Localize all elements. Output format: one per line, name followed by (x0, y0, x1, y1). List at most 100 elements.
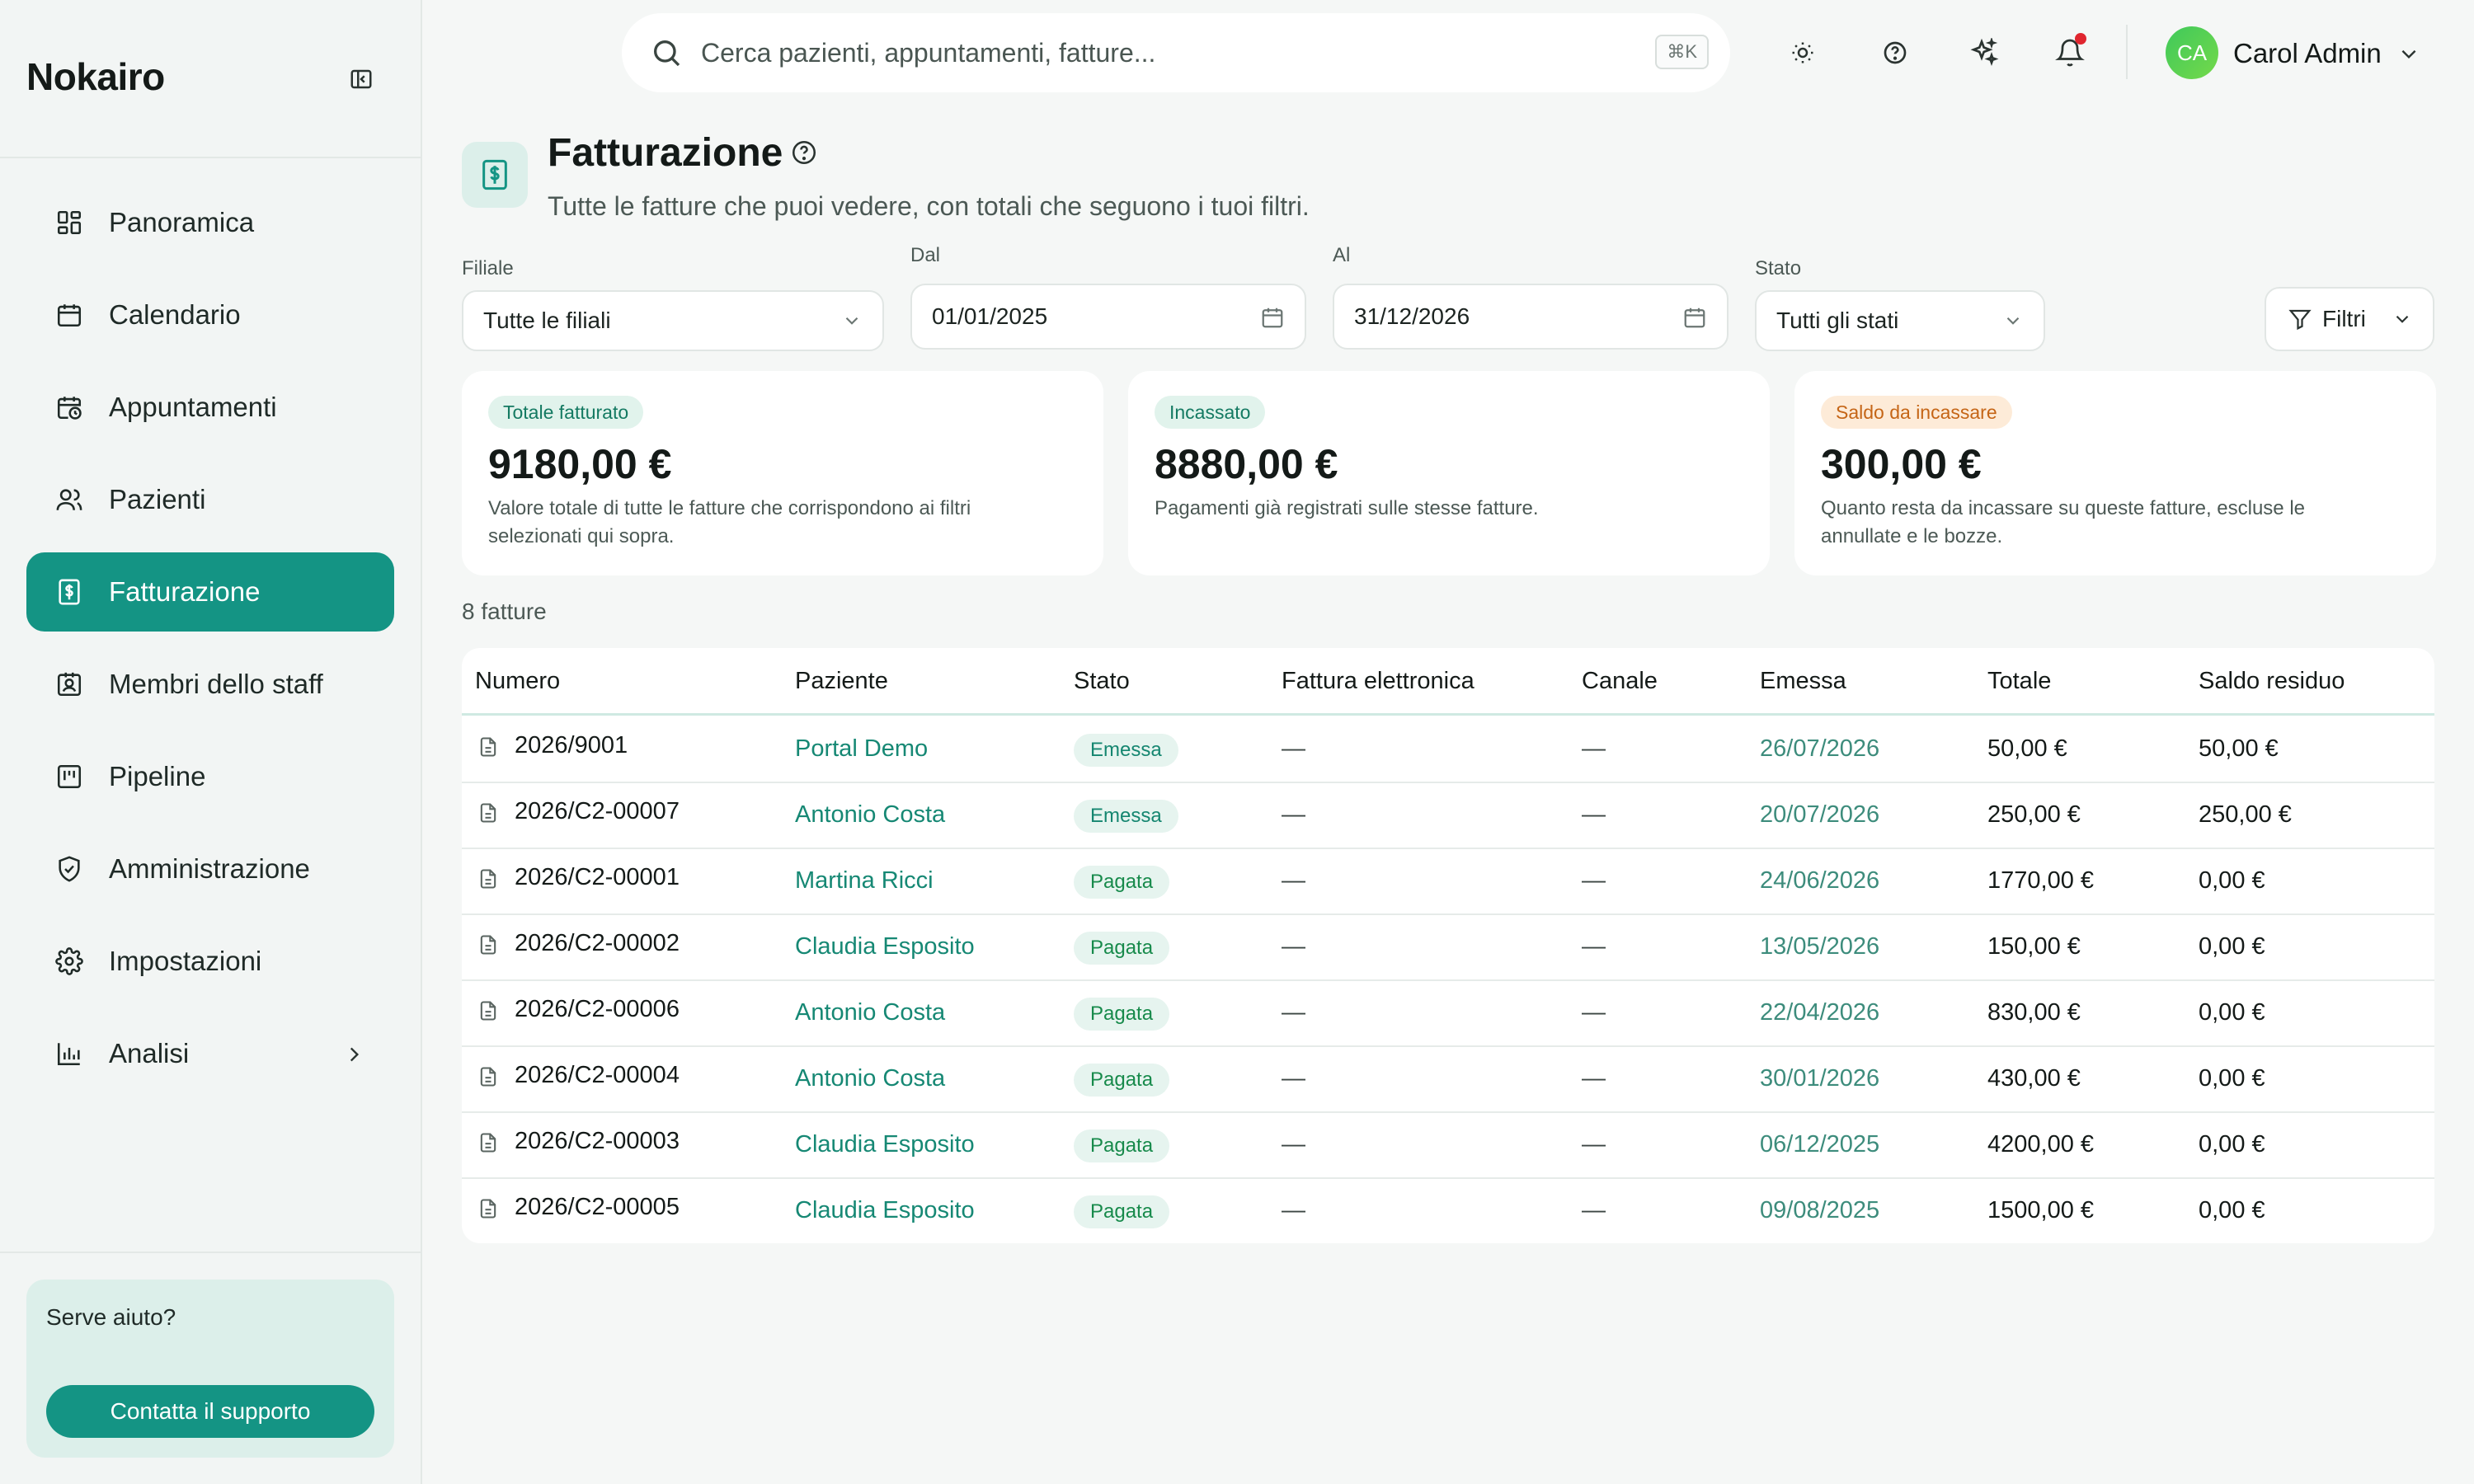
issued-date: 06/12/2025 (1760, 1131, 1880, 1158)
dashboard-icon (54, 208, 84, 237)
sidebar-item-impostazioni[interactable]: Impostazioni (26, 922, 394, 1001)
invoice-number[interactable]: 2026/C2-00002 (515, 930, 680, 957)
sidebar-item-appuntamenti[interactable]: Appuntamenti (26, 368, 394, 447)
search-icon (650, 36, 683, 73)
bell-icon[interactable] (2053, 33, 2086, 69)
kpi-value: 8880,00 € (1155, 441, 1338, 487)
branch-select[interactable]: Tutte le filiali (462, 290, 884, 351)
patient-link[interactable]: Portal Demo (795, 735, 928, 763)
table-row[interactable]: 2026/C2-00004 Antonio Costa Pagata — — 30/01/… (462, 1047, 2434, 1113)
table-row[interactable]: 2026/C2-00006 Antonio Costa Pagata — — 22/04/… (462, 981, 2434, 1047)
issued-date: 20/07/2026 (1760, 801, 1880, 828)
table-row[interactable]: 2026/C2-00007 Antonio Costa Emessa — — 20/07/… (462, 783, 2434, 849)
kpi-badge: Incassato (1155, 396, 1266, 429)
invoice-number[interactable]: 2026/C2-00005 (515, 1194, 680, 1221)
calendar-icon[interactable] (1260, 305, 1285, 336)
status-filter-label: Stato (1755, 257, 1802, 279)
search-input[interactable]: Cerca pazienti, appuntamenti, fatture... (701, 38, 1155, 68)
channel-value: — (1582, 867, 1606, 894)
bar-chart-icon (54, 1039, 84, 1068)
gear-icon (54, 946, 84, 976)
kpi-badge: Totale fatturato (488, 396, 644, 429)
patient-link[interactable]: Antonio Costa (795, 1065, 945, 1092)
einvoice-value: — (1282, 1065, 1305, 1092)
sparkles-icon[interactable] (1968, 36, 2001, 69)
contact-support-button[interactable]: Contatta il supporto (46, 1385, 374, 1438)
invoice-icon (462, 142, 528, 208)
patient-link[interactable]: Martina Ricci (795, 867, 934, 895)
patient-link[interactable]: Claudia Esposito (795, 1197, 975, 1224)
sidebar: Nokairo Panoramica Calendario Appuntamen… (0, 0, 422, 1484)
total-amount: 50,00 € (1987, 735, 2067, 762)
column-header[interactable]: Emessa (1760, 668, 1846, 695)
sidebar-collapse-icon[interactable] (345, 64, 378, 94)
document-icon (477, 933, 500, 960)
balance-amount: 0,00 € (2199, 1197, 2265, 1223)
invoice-number[interactable]: 2026/9001 (515, 732, 628, 759)
einvoice-value: — (1282, 933, 1305, 960)
table-header: Numero Paziente Stato Fattura elettronic… (462, 648, 2434, 716)
notification-badge (2075, 33, 2086, 45)
table-row[interactable]: 2026/C2-00003 Claudia Esposito Pagata — — 06/… (462, 1113, 2434, 1179)
status-badge: Emessa (1074, 800, 1178, 833)
theme-toggle-icon[interactable] (1786, 36, 1819, 69)
table-row[interactable]: 2026/C2-00005 Claudia Esposito Pagata — — 09/… (462, 1179, 2434, 1243)
table-row[interactable]: 2026/C2-00002 Claudia Esposito Pagata — — 13/… (462, 915, 2434, 981)
patient-link[interactable]: Antonio Costa (795, 801, 945, 829)
invoice-number[interactable]: 2026/C2-00006 (515, 996, 680, 1023)
channel-value: — (1582, 801, 1606, 828)
balance-amount: 0,00 € (2199, 1065, 2265, 1092)
column-header[interactable]: Saldo residuo (2199, 668, 2345, 695)
sidebar-item-fatturazione[interactable]: Fatturazione (26, 552, 394, 632)
sidebar-item-label: Appuntamenti (109, 392, 277, 422)
column-header[interactable]: Canale (1582, 668, 1658, 695)
invoice-number[interactable]: 2026/C2-00003 (515, 1128, 680, 1155)
issued-date: 24/06/2026 (1760, 867, 1880, 894)
sidebar-item-panoramica[interactable]: Panoramica (26, 183, 394, 262)
calendar-icon[interactable] (1682, 305, 1707, 336)
table-row[interactable]: 2026/C2-00001 Martina Ricci Pagata — — 24/06/… (462, 849, 2434, 915)
kpi-card-balance: Saldo da incassare 300,00 € Quanto resta… (1794, 371, 2436, 575)
invoice-number[interactable]: 2026/C2-00004 (515, 1062, 680, 1089)
patient-link[interactable]: Antonio Costa (795, 999, 945, 1026)
status-select[interactable]: Tutti gli stati (1755, 290, 2045, 351)
to-date-input[interactable]: 31/12/2026 (1333, 284, 1729, 350)
column-header[interactable]: Stato (1074, 668, 1130, 695)
document-icon (477, 735, 500, 763)
balance-amount: 0,00 € (2199, 933, 2265, 960)
issued-date: 30/01/2026 (1760, 1065, 1880, 1092)
help-icon[interactable] (1879, 36, 1912, 69)
patient-link[interactable]: Claudia Esposito (795, 933, 975, 960)
total-amount: 4200,00 € (1987, 1131, 2095, 1158)
from-date-input[interactable]: 01/01/2025 (910, 284, 1306, 350)
sidebar-item-analisi[interactable]: Analisi (26, 1014, 394, 1093)
sidebar-item-amministrazione[interactable]: Amministrazione (26, 829, 394, 909)
filters-button[interactable]: Filtri (2265, 287, 2434, 351)
issued-date: 13/05/2026 (1760, 933, 1880, 960)
help-circle-icon[interactable] (790, 139, 818, 171)
search-bar[interactable]: Cerca pazienti, appuntamenti, fatture...… (622, 13, 1730, 92)
invoice-number[interactable]: 2026/C2-00007 (515, 798, 680, 825)
sidebar-item-membri-staff[interactable]: Membri dello staff (26, 645, 394, 724)
user-name[interactable]: Carol Admin (2233, 38, 2382, 69)
column-header[interactable]: Numero (475, 668, 560, 695)
chevron-down-icon[interactable] (2398, 43, 2420, 68)
sidebar-item-pazienti[interactable]: Pazienti (26, 460, 394, 539)
kpi-badge: Saldo da incassare (1821, 396, 2012, 429)
kpi-description: Quanto resta da incassare su queste fatt… (1821, 497, 2306, 547)
einvoice-value: — (1282, 735, 1305, 762)
balance-amount: 0,00 € (2199, 999, 2265, 1026)
sidebar-item-calendario[interactable]: Calendario (26, 275, 394, 355)
sidebar-item-pipeline[interactable]: Pipeline (26, 737, 394, 816)
avatar[interactable]: CA (2166, 26, 2218, 79)
brand-logo[interactable]: Nokairo (26, 54, 165, 99)
channel-value: — (1582, 999, 1606, 1026)
column-header[interactable]: Fattura elettronica (1282, 668, 1475, 695)
invoice-number[interactable]: 2026/C2-00001 (515, 864, 680, 891)
invoice-icon (54, 577, 84, 607)
table-row[interactable]: 2026/9001 Portal Demo Emessa — — 26/07/2026 50… (462, 717, 2434, 783)
total-amount: 150,00 € (1987, 933, 2081, 960)
column-header[interactable]: Totale (1987, 668, 2051, 695)
column-header[interactable]: Paziente (795, 668, 888, 695)
patient-link[interactable]: Claudia Esposito (795, 1131, 975, 1158)
